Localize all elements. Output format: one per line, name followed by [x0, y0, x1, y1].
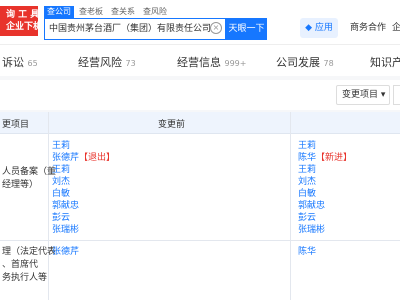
row-divider	[0, 240, 400, 241]
change-item-select[interactable]: 变更项目 ▾	[336, 85, 390, 105]
logo[interactable]: 询 工 具 企业下机构	[0, 6, 52, 36]
person-entry[interactable]: 彭云	[298, 212, 352, 224]
nav-item-litigation[interactable]: 诉讼 65	[2, 54, 38, 70]
nav-count: 65	[27, 59, 38, 68]
nav-item-company-development[interactable]: 公司发展 78	[276, 54, 334, 70]
business-link[interactable]: 商务合作	[350, 18, 386, 38]
nav-label: 公司发展	[276, 56, 320, 69]
person-entry[interactable]: 陈华【新进】	[298, 152, 352, 164]
nav-count: 73	[125, 59, 136, 68]
clear-icon[interactable]: ×	[210, 22, 222, 34]
person-entry[interactable]: 张德芹	[52, 246, 79, 258]
change-item-label: 人员备案（董 经理等）	[2, 167, 57, 190]
logo-line-2: 企业下机构	[6, 22, 52, 32]
person-entry[interactable]: 刘杰	[298, 176, 352, 188]
nav-count: 78	[323, 59, 334, 68]
nav-count: 999+	[224, 59, 247, 68]
table-header: 更项目 变更前	[0, 112, 400, 134]
person-entry[interactable]: 张德芹【退出】	[52, 152, 115, 164]
app-button[interactable]: ◆ 应用	[300, 18, 338, 38]
before-list: 张德芹	[52, 246, 79, 258]
search-type-tabs: 查公司 查老板 查关系 查风险	[44, 6, 170, 18]
nav-label: 知识产	[370, 56, 400, 69]
tab-relation[interactable]: 查关系	[108, 6, 138, 18]
change-item-label: 理（法定代表 、首席代 务执行人等	[2, 247, 57, 283]
person-entry[interactable]: 张瑞彬	[52, 224, 115, 236]
tab-company[interactable]: 查公司	[44, 6, 74, 18]
person-entry[interactable]: 陈华	[298, 246, 316, 258]
status-tag: 【新进】	[316, 153, 353, 163]
person-entry[interactable]: 王莉	[298, 164, 352, 176]
nav-label: 诉讼	[2, 56, 24, 69]
app-label: 应用	[314, 23, 333, 33]
person-entry[interactable]: 王莉	[52, 140, 115, 152]
search-input[interactable]: 中国贵州茅台酒厂（集团）有限责任公司	[44, 18, 226, 40]
change-record-table: 更项目 变更前 人员备案（董 经理等） 王莉 张德芹【退出】 王莉 刘杰 白敏 …	[0, 112, 400, 300]
nav-item-business-risk[interactable]: 经营风险 73	[78, 54, 136, 70]
search-button[interactable]: 天眼一下	[226, 18, 267, 40]
extra-link[interactable]: 企	[392, 18, 400, 38]
nav-label: 经营风险	[78, 56, 122, 69]
person-entry[interactable]: 白敏	[298, 188, 352, 200]
nav-item-business-info[interactable]: 经营信息 999+	[177, 54, 246, 70]
person-entry[interactable]: 王莉	[298, 140, 352, 152]
filter-row: 变更项目 ▾	[0, 80, 400, 110]
column-header-item: 更项目	[2, 120, 30, 130]
person-entry[interactable]: 郭献忠	[52, 200, 115, 212]
app-icon: ◆	[305, 23, 313, 33]
status-tag: 【退出】	[79, 153, 116, 163]
top-bar: 询 工 具 企业下机构 查公司 查老板 查关系 查风险 中国贵州茅台酒厂（集团）…	[0, 0, 400, 44]
before-list: 王莉 张德芹【退出】 王莉 刘杰 白敏 郭献忠 彭云 张瑞彬	[52, 140, 115, 236]
person-entry[interactable]: 郭献忠	[298, 200, 352, 212]
person-entry[interactable]: 白敏	[52, 188, 115, 200]
person-entry[interactable]: 王莉	[52, 164, 115, 176]
nav-item-ip[interactable]: 知识产	[370, 54, 400, 70]
nav-label: 经营信息	[177, 56, 221, 69]
column-header-before: 变更前	[158, 120, 186, 130]
column-divider	[290, 112, 291, 300]
logo-line-1: 询 工 具	[6, 10, 40, 20]
nav-bar: 诉讼 65 经营风险 73 经营信息 999+ 公司发展 78 知识产	[0, 44, 400, 76]
person-entry[interactable]: 彭云	[52, 212, 115, 224]
after-list: 陈华	[298, 246, 316, 258]
after-list: 王莉 陈华【新进】 王莉 刘杰 白敏 郭献忠 彭云 张瑞彬	[298, 140, 352, 236]
next-select[interactable]	[393, 85, 400, 105]
person-entry[interactable]: 刘杰	[52, 176, 115, 188]
tab-boss[interactable]: 查老板	[76, 6, 106, 18]
tab-risk[interactable]: 查风险	[140, 6, 170, 18]
person-entry[interactable]: 张瑞彬	[298, 224, 352, 236]
